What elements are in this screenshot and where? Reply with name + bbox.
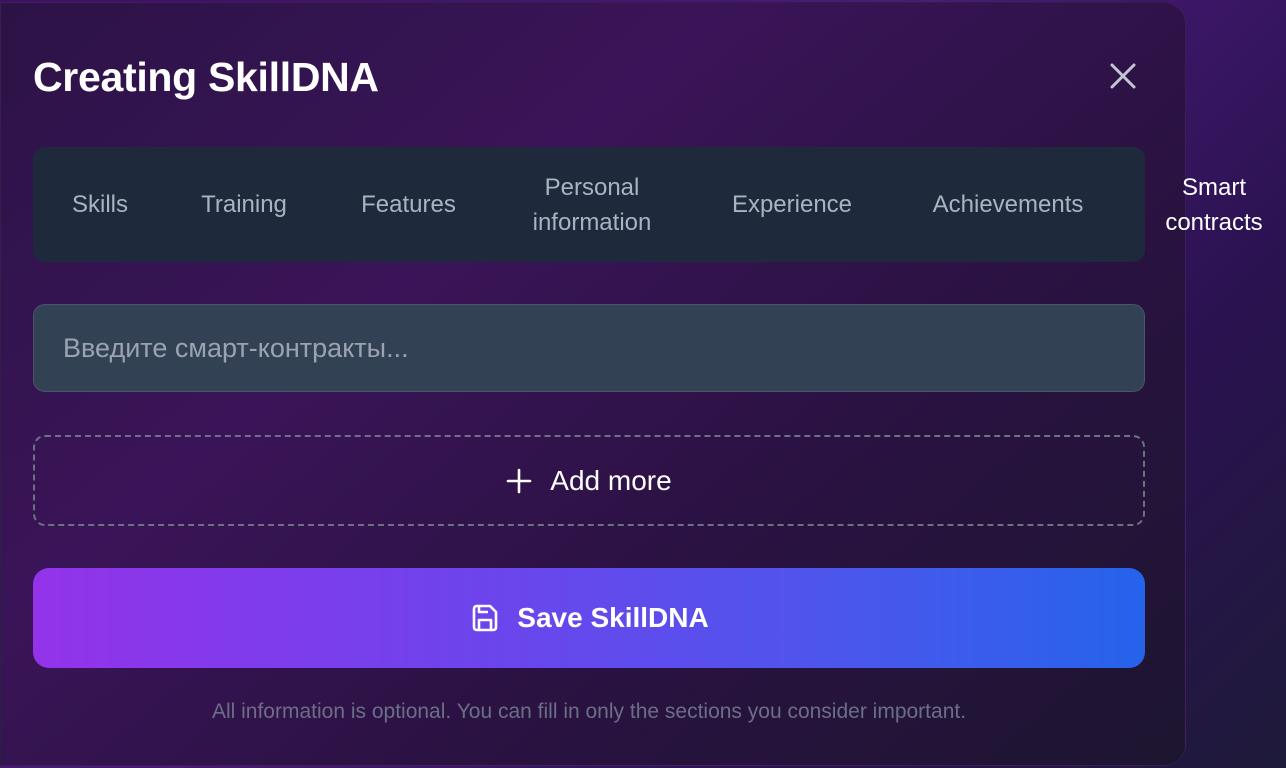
save-button-label: Save SkillDNA [517,602,709,633]
add-more-label: Add more [550,464,672,496]
tab-smart-contracts[interactable]: Smart contracts [1139,147,1286,262]
tab-skills[interactable]: Skills [33,147,167,262]
add-more-button[interactable]: Add more [33,435,1145,526]
smart-contracts-field [33,304,1145,392]
modal-title: Creating SkillDNA [33,54,379,100]
close-icon [1110,63,1136,89]
section-tabs: Skills Training Features Personal inform… [33,147,1263,262]
tab-training[interactable]: Training [167,147,321,262]
tab-experience[interactable]: Experience [688,147,896,262]
save-skilldna-button[interactable]: Save SkillDNA [33,568,1145,668]
tab-personal-information[interactable]: Personal information [496,147,688,262]
smart-contracts-input[interactable] [34,305,1144,391]
tab-achievements[interactable]: Achievements [896,147,1120,262]
save-icon [472,604,498,632]
create-skilldna-modal: Creating SkillDNA Skills Training Featur… [0,2,1263,766]
tab-features[interactable]: Features [321,147,496,262]
optional-info-note: All information is optional. You can fil… [211,700,967,723]
close-button[interactable] [1105,58,1141,94]
plus-icon [506,468,532,493]
